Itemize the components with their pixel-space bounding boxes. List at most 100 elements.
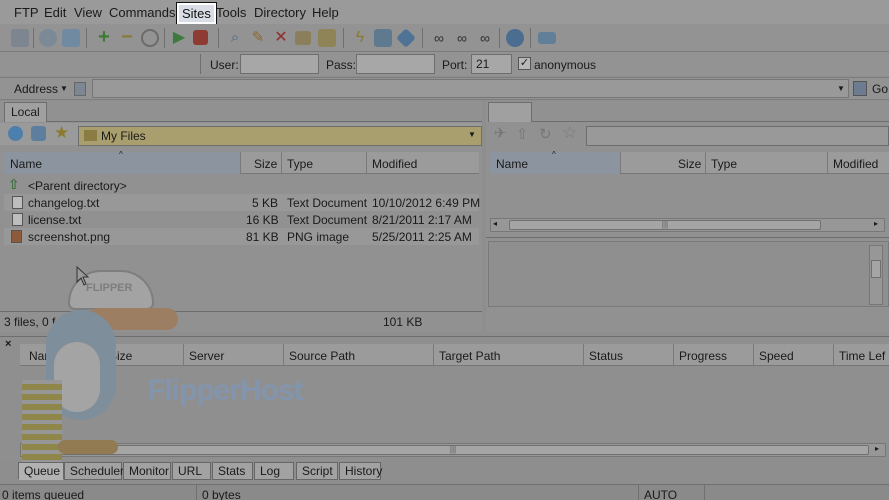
parent-directory-row[interactable]: ⇧ <Parent directory> <box>4 176 479 194</box>
edit-icon[interactable]: ✎ <box>249 29 267 47</box>
go-icon[interactable] <box>853 81 867 96</box>
scroll-right-icon[interactable]: ▸ <box>874 219 878 228</box>
refresh-icon[interactable]: ↻ <box>539 125 552 143</box>
binoculars-icon[interactable]: ∞ <box>453 29 471 47</box>
tab-url[interactable]: URL <box>172 462 211 480</box>
anonymous-checkbox[interactable]: ✓ <box>518 57 531 70</box>
menu-help[interactable]: Help <box>312 5 339 20</box>
image-icon[interactable] <box>374 29 392 47</box>
col-name[interactable]: Name <box>10 157 42 171</box>
toolbar-separator <box>200 54 201 74</box>
settings-icon[interactable] <box>39 29 57 47</box>
favorite-star-icon[interactable]: ☆ <box>562 123 577 143</box>
col-name[interactable]: Name <box>29 349 61 363</box>
col-status[interactable]: Status <box>589 349 623 363</box>
tab-local[interactable]: Local <box>4 102 47 122</box>
address-input[interactable] <box>92 79 849 98</box>
col-size[interactable]: Size <box>109 349 132 363</box>
col-type[interactable]: Type <box>287 157 313 171</box>
file-name: license.txt <box>28 213 82 227</box>
binoculars-icon[interactable]: ∞ <box>476 29 494 47</box>
col-modified[interactable]: Modified <box>833 157 878 171</box>
disconnect-icon[interactable]: ✈ <box>494 124 507 142</box>
tab-log[interactable]: Log <box>254 462 294 480</box>
port-field[interactable]: 21 <box>471 54 512 74</box>
up-folder-icon[interactable] <box>8 126 23 141</box>
menu-view[interactable]: View <box>74 5 102 20</box>
remote-path-dropdown[interactable] <box>586 126 889 146</box>
local-path-dropdown[interactable]: My Files <box>78 126 482 146</box>
col-size[interactable]: Size <box>254 157 277 171</box>
binoculars-icon[interactable]: ∞ <box>430 29 448 47</box>
scrollbar-thumb[interactable] <box>871 260 881 278</box>
tab-stats[interactable]: Stats <box>212 462 253 480</box>
remote-panel: ✈ ⇧ ↻ ☆ Name ^ Size Type Modified ◂ ||| … <box>486 101 889 332</box>
tab-scheduler[interactable]: Scheduler <box>64 462 124 480</box>
queue-horizontal-scrollbar[interactable]: ◂ ||| ▸ <box>20 443 886 457</box>
menu-edit[interactable]: Edit <box>44 5 66 20</box>
col-type[interactable]: Type <box>711 157 737 171</box>
bookmark-icon[interactable] <box>396 28 416 48</box>
scroll-right-icon[interactable]: ▸ <box>875 444 879 453</box>
table-row[interactable]: screenshot.png 81 KB PNG image 5/25/2011… <box>4 228 479 245</box>
col-speed[interactable]: Speed <box>759 349 794 363</box>
tab-script[interactable]: Script <box>296 462 338 480</box>
tab-queue[interactable]: Queue <box>18 462 64 480</box>
up-folder-icon[interactable]: ⇧ <box>516 125 529 143</box>
menu-sites[interactable]: Sites <box>177 3 216 24</box>
remote-horizontal-scrollbar[interactable]: ◂ ||| ▸ <box>490 218 885 232</box>
page-icon <box>74 82 86 96</box>
col-source-path[interactable]: Source Path <box>289 349 355 363</box>
toolbar-separator <box>343 28 344 48</box>
col-server[interactable]: Server <box>189 349 224 363</box>
globe-icon[interactable] <box>506 29 524 47</box>
file-name: changelog.txt <box>28 196 100 210</box>
connect-icon[interactable]: ϟ <box>351 29 369 47</box>
status-items-queued: 0 items queued <box>2 488 85 500</box>
folder-icon[interactable] <box>318 29 336 47</box>
menu-tools[interactable]: Tools <box>216 5 246 20</box>
menu-commands[interactable]: Commands <box>109 5 175 20</box>
stop-icon[interactable] <box>193 30 208 45</box>
refresh-icon[interactable] <box>141 29 159 47</box>
local-panel: Local ★ My Files ▼ Name ^ Size Type Modi… <box>0 101 482 332</box>
favorite-star-icon[interactable]: ★ <box>54 123 69 143</box>
rename-icon[interactable] <box>295 31 311 45</box>
remote-vertical-scrollbar[interactable] <box>869 245 883 305</box>
refresh-icon[interactable] <box>31 126 46 141</box>
col-size[interactable]: Size <box>678 157 701 171</box>
user-field[interactable] <box>240 54 319 74</box>
window-icon[interactable] <box>62 29 80 47</box>
table-row[interactable]: changelog.txt 5 KB Text Document 10/10/2… <box>4 194 480 211</box>
scroll-left-icon[interactable]: ◂ <box>493 219 497 228</box>
chevron-down-icon[interactable]: ▼ <box>468 130 476 139</box>
tab-remote[interactable] <box>488 102 532 122</box>
address-label[interactable]: Address <box>14 82 58 96</box>
port-label: Port: <box>442 58 468 72</box>
password-field[interactable] <box>356 54 435 74</box>
site-manager-icon[interactable] <box>11 29 29 47</box>
book-icon[interactable] <box>538 32 556 44</box>
tab-history[interactable]: History <box>339 462 382 480</box>
go-button[interactable]: Go <box>872 82 888 96</box>
col-target-path[interactable]: Target Path <box>439 349 500 363</box>
search-icon[interactable]: ⌕ <box>226 29 244 47</box>
add-icon[interactable]: + <box>95 27 113 47</box>
chevron-down-icon[interactable]: ▼ <box>837 84 845 93</box>
menu-directory[interactable]: Directory <box>254 5 306 20</box>
tab-monitor[interactable]: Monitor <box>123 462 171 480</box>
close-icon[interactable]: × <box>5 338 11 350</box>
table-row[interactable]: license.txt 16 KB Text Document 8/21/201… <box>4 211 479 228</box>
play-icon[interactable]: ▶ <box>170 29 188 47</box>
scrollbar-thumb[interactable]: ||| <box>509 220 821 230</box>
menu-ftp[interactable]: FTP <box>14 5 39 20</box>
remove-icon[interactable]: − <box>118 27 136 47</box>
col-modified[interactable]: Modified <box>372 157 417 171</box>
scroll-left-icon[interactable]: ◂ <box>23 444 27 453</box>
delete-icon[interactable]: ✕ <box>272 29 290 47</box>
filter-icon[interactable]: (∨) <box>80 315 97 329</box>
col-progress[interactable]: Progress <box>679 349 727 363</box>
scrollbar-thumb[interactable]: ||| <box>37 445 869 455</box>
col-name[interactable]: Name <box>496 157 528 171</box>
col-time-left[interactable]: Time Lef <box>839 349 885 363</box>
